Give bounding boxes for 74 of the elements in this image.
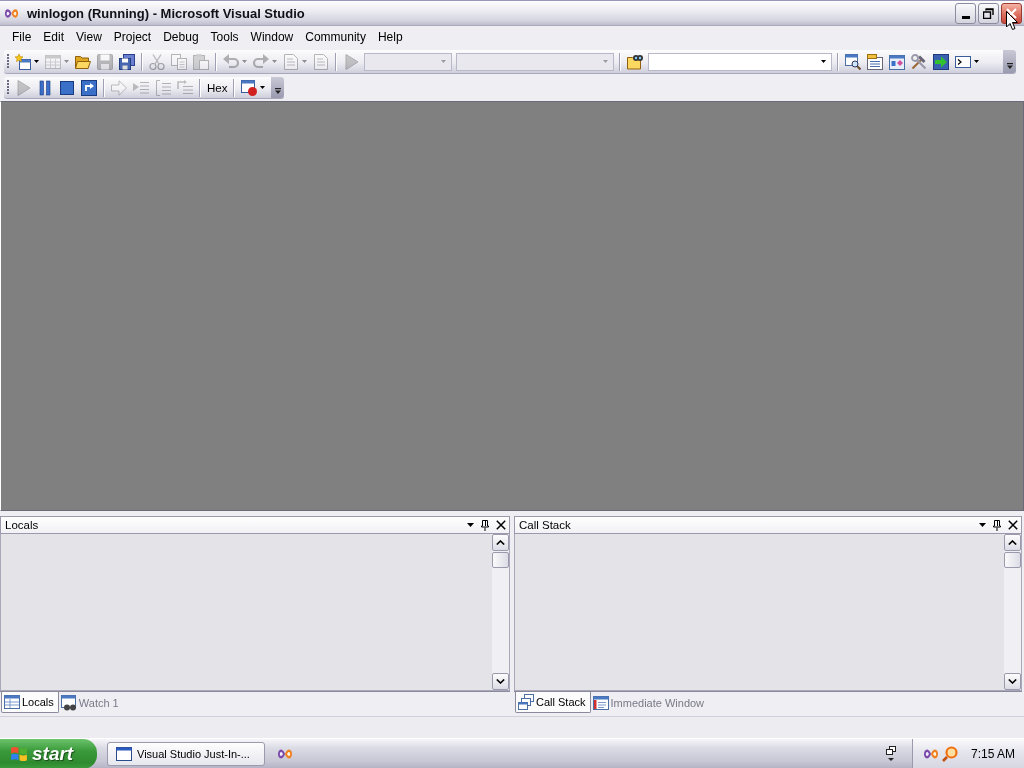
- hex-button[interactable]: Hex: [204, 79, 231, 96]
- chevron-up-icon: [496, 540, 505, 545]
- restore-button[interactable]: [978, 2, 999, 24]
- stop-icon[interactable]: [59, 79, 75, 96]
- caret-down-icon: [603, 60, 608, 63]
- overlap-windows-icon[interactable]: [886, 745, 896, 762]
- scrollbar-thumb[interactable]: [492, 552, 509, 568]
- window-arrow-icon[interactable]: [933, 53, 949, 70]
- toolbar-options-button[interactable]: [271, 77, 285, 98]
- window-magnifier-icon[interactable]: [845, 53, 861, 70]
- scroll-up-button[interactable]: [492, 534, 509, 551]
- close-icon[interactable]: [496, 520, 506, 530]
- close-icon[interactable]: [1008, 520, 1018, 530]
- panel-tab[interactable]: Locals: [1, 692, 59, 713]
- property-list-icon[interactable]: [867, 53, 883, 70]
- window-lines-icon: [592, 694, 609, 711]
- caret-down-icon: [274, 88, 281, 94]
- caret-down-icon: [1006, 63, 1013, 69]
- hammer-wrench-icon[interactable]: [911, 53, 927, 70]
- windows-flag-icon: [10, 744, 28, 763]
- caret-down-icon[interactable]: [979, 523, 986, 527]
- menu-item[interactable]: Project: [107, 27, 158, 47]
- dropdown-field[interactable]: [648, 52, 832, 71]
- panel-tab[interactable]: Immediate Window: [590, 692, 709, 713]
- pause-icon[interactable]: [37, 79, 53, 96]
- caret-down-icon[interactable]: [34, 60, 39, 63]
- menu-item[interactable]: View: [70, 27, 108, 47]
- menu-item[interactable]: Help: [371, 27, 409, 47]
- close-icon: [1006, 7, 1017, 19]
- stacked-windows-icon: [518, 694, 534, 710]
- caret-down-icon[interactable]: [974, 60, 979, 63]
- menu-item[interactable]: Edit: [37, 27, 71, 47]
- caret-down-icon: [441, 60, 446, 63]
- floppy-disks-icon[interactable]: [119, 53, 135, 70]
- chevron-up-icon: [1008, 540, 1017, 545]
- folder-binoculars-icon[interactable]: [627, 53, 643, 70]
- toolbar-options-button[interactable]: [1003, 50, 1016, 73]
- command-window-icon[interactable]: [955, 53, 971, 70]
- clock: 7:15 AM: [971, 746, 1016, 761]
- menu-item[interactable]: Window: [244, 27, 300, 47]
- window-star-icon[interactable]: [15, 53, 31, 70]
- minimize-icon: [961, 15, 970, 19]
- table-window-icon: [4, 694, 20, 710]
- window-binoculars-icon: [60, 694, 77, 711]
- window-icon: [116, 745, 132, 762]
- start-button[interactable]: start: [0, 738, 97, 768]
- menu-item[interactable]: File: [6, 27, 38, 47]
- restart-icon[interactable]: [81, 79, 97, 96]
- pin-icon[interactable]: [993, 519, 1001, 531]
- caret-down-icon[interactable]: [467, 523, 474, 527]
- caret-down-icon[interactable]: [260, 86, 266, 89]
- panel-title: Locals: [5, 519, 39, 531]
- scroll-down-button[interactable]: [1004, 673, 1021, 690]
- chevron-down-icon: [1008, 679, 1017, 684]
- mouse-pointer-icon: [1006, 11, 1018, 30]
- panel-tab[interactable]: Watch 1: [58, 692, 123, 713]
- caret-down-icon: [821, 60, 826, 63]
- panel-tab[interactable]: Call Stack: [515, 692, 591, 713]
- minimize-button[interactable]: [955, 2, 976, 24]
- restore-icon: [983, 7, 994, 19]
- menu-item[interactable]: Community: [299, 27, 372, 47]
- window-shapes-icon[interactable]: [889, 53, 905, 70]
- panel-title: Call Stack: [519, 519, 571, 531]
- scroll-up-button[interactable]: [1004, 534, 1021, 551]
- open-folder-icon[interactable]: [75, 53, 91, 70]
- menu-item[interactable]: Tools: [204, 27, 245, 47]
- scrollbar-thumb[interactable]: [1004, 552, 1021, 568]
- chevron-down-icon: [496, 679, 505, 684]
- scroll-down-button[interactable]: [492, 673, 509, 690]
- menu-item[interactable]: Debug: [157, 27, 205, 47]
- magnifier-icon[interactable]: [942, 745, 958, 762]
- taskbar-button[interactable]: Visual Studio Just-In-...: [107, 741, 265, 766]
- pin-icon[interactable]: [481, 519, 489, 531]
- window-title: winlogon (Running) - Microsoft Visual Studio: [27, 5, 305, 21]
